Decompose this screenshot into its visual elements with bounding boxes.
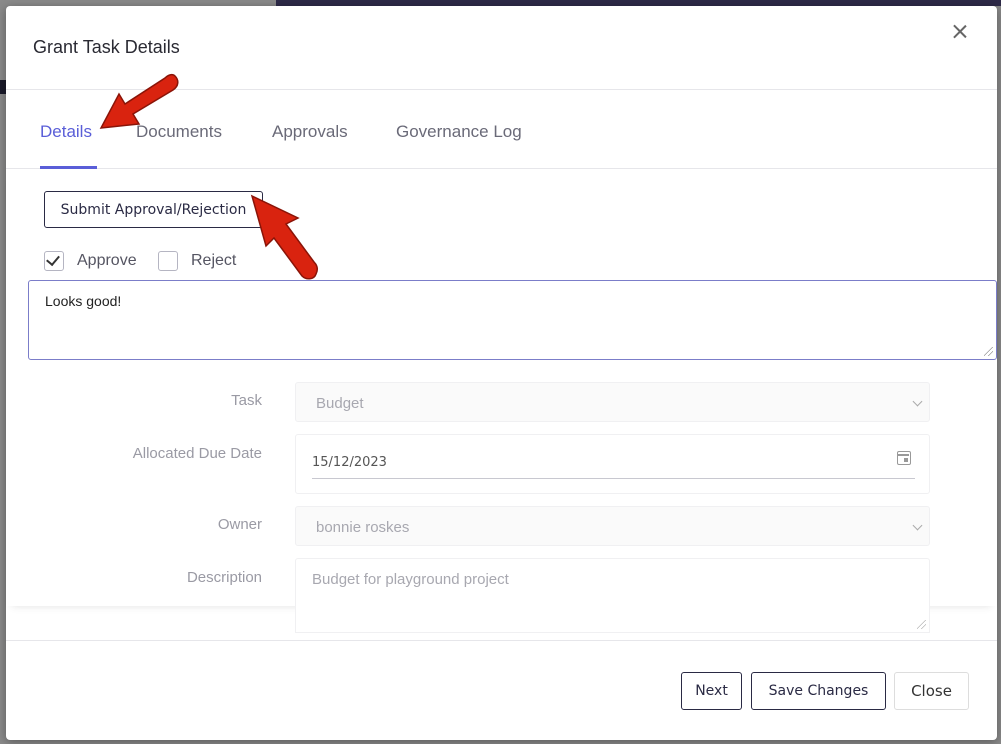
- due-date-input[interactable]: 15/12/2023: [312, 449, 915, 479]
- save-changes-button[interactable]: Save Changes: [751, 672, 886, 710]
- task-label: Task: [231, 392, 262, 409]
- active-tab-indicator: [40, 166, 97, 169]
- chevron-down-icon: [912, 396, 923, 407]
- check-icon: [46, 251, 60, 267]
- due-date-container: 15/12/2023: [295, 434, 930, 494]
- owner-value: bonnie roskes: [316, 519, 410, 536]
- owner-label: Owner: [217, 516, 262, 533]
- resize-handle-icon[interactable]: [917, 620, 926, 629]
- next-button[interactable]: Next: [681, 672, 742, 710]
- tab-approvals[interactable]: Approvals: [272, 122, 348, 142]
- tab-governance-log[interactable]: Governance Log: [396, 122, 522, 142]
- owner-select[interactable]: bonnie roskes: [295, 506, 930, 546]
- description-label: Description: [186, 569, 262, 586]
- modal-footer: Next Save Changes Close: [6, 640, 997, 740]
- resize-handle-icon[interactable]: [984, 347, 993, 356]
- close-button[interactable]: Close: [894, 672, 969, 710]
- annotation-arrow-icon: [99, 73, 179, 129]
- task-select[interactable]: Budget: [295, 382, 930, 422]
- chevron-down-icon: [912, 520, 923, 531]
- modal-title: Grant Task Details: [33, 37, 180, 57]
- tab-details[interactable]: Details: [40, 122, 92, 142]
- details-panel: Submit Approval/Rejection Approve Reject…: [6, 170, 997, 606]
- due-date-value: 15/12/2023: [312, 455, 387, 470]
- approval-comment-textarea[interactable]: Looks good!: [28, 280, 997, 360]
- description-textarea[interactable]: Budget for playground project: [295, 558, 930, 606]
- description-value: Budget for playground project: [312, 571, 509, 588]
- reject-checkbox[interactable]: [158, 251, 178, 271]
- comment-text: Looks good!: [45, 293, 122, 309]
- task-value: Budget: [316, 395, 364, 412]
- reject-label: Reject: [191, 252, 237, 269]
- description-textarea-bottom[interactable]: [295, 606, 930, 633]
- approve-label: Approve: [77, 252, 137, 269]
- due-date-label: Allocated Due Date: [132, 445, 262, 462]
- close-icon[interactable]: [950, 22, 970, 42]
- approve-checkbox[interactable]: [44, 251, 64, 271]
- annotation-arrow-icon: [250, 194, 319, 280]
- calendar-icon[interactable]: [897, 451, 911, 465]
- submit-approval-button[interactable]: Submit Approval/Rejection: [44, 191, 263, 228]
